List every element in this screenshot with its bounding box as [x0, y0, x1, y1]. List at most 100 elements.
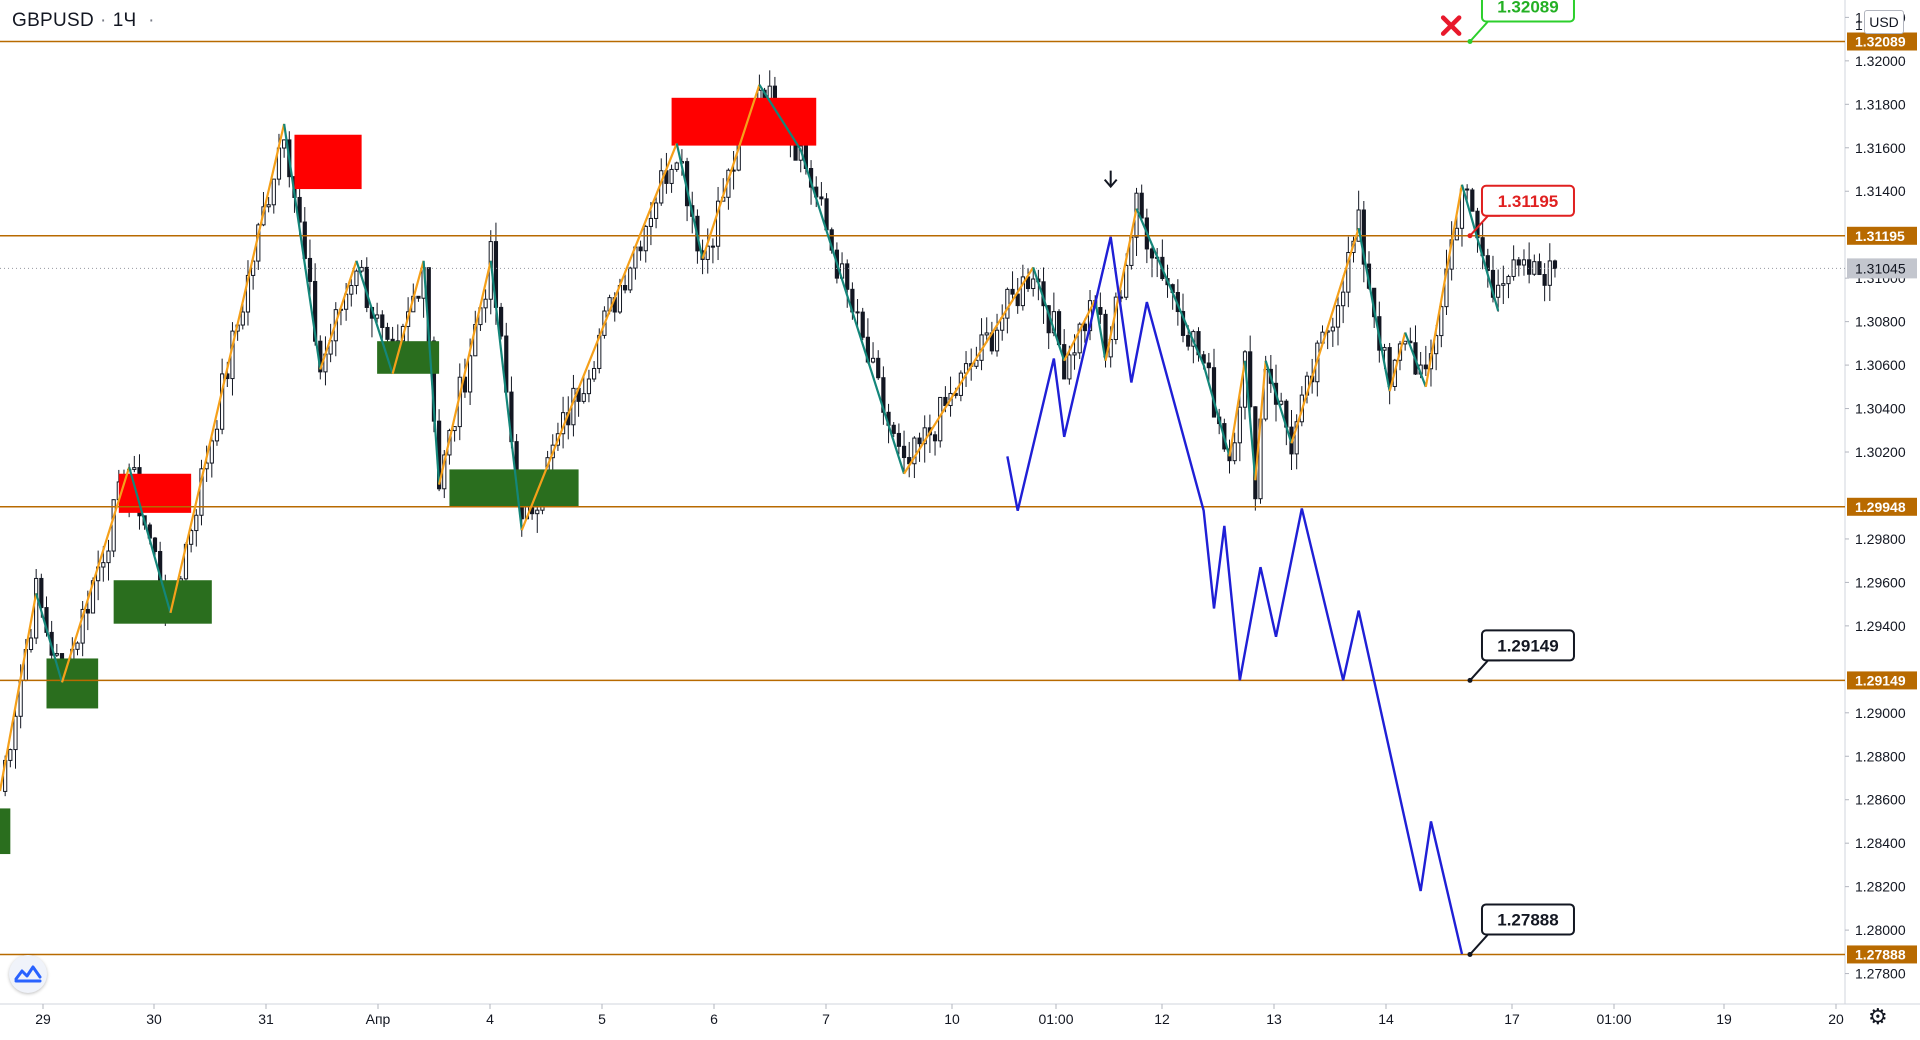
callout-anchor	[1467, 951, 1473, 957]
candle-body	[1082, 323, 1087, 332]
level-price-label-text: 1.29149	[1855, 672, 1906, 688]
tradingview-logo-glyph	[14, 965, 42, 983]
candle-body	[896, 432, 901, 447]
candle-body	[891, 424, 896, 434]
candle-body	[1098, 307, 1103, 315]
candle-body	[860, 311, 865, 338]
candle-body	[1532, 261, 1537, 275]
candle-body	[1501, 283, 1506, 286]
candle-body	[39, 577, 44, 609]
gear-icon[interactable]: ⚙	[1868, 1004, 1888, 1030]
time-tick-label: 5	[598, 1011, 606, 1027]
candle-body	[1186, 334, 1191, 347]
candle-body	[586, 378, 592, 395]
candle-body	[1010, 288, 1015, 295]
candle-body	[1237, 406, 1242, 444]
candle-body	[994, 329, 1000, 352]
candle-body	[581, 393, 586, 402]
candle	[860, 307, 865, 341]
candle-body	[1149, 248, 1155, 259]
candle-body	[214, 428, 220, 442]
candle-body	[870, 357, 876, 363]
candle-body	[75, 642, 80, 650]
time-tick-label: 30	[146, 1011, 162, 1027]
supply-zone	[294, 134, 362, 190]
candle-body	[132, 467, 137, 470]
tradingview-logo-icon[interactable]	[9, 955, 47, 993]
candle-body	[628, 267, 633, 291]
interval-label[interactable]: 1Ч	[113, 10, 137, 31]
time-tick-label: 14	[1378, 1011, 1394, 1027]
candle-body	[1211, 367, 1217, 418]
current-price-label-text: 1.31045	[1855, 260, 1906, 276]
price-tick-label: 1.29800	[1855, 531, 1906, 547]
candle-body	[282, 139, 287, 149]
candle-body	[34, 577, 39, 639]
candle	[111, 499, 116, 558]
symbol-name: GBPUSD	[12, 10, 95, 31]
time-tick-label: 7	[822, 1011, 830, 1027]
candle-body	[1206, 362, 1211, 369]
candle-body	[1521, 259, 1527, 266]
candle-body	[710, 245, 716, 248]
demand-zone	[0, 808, 11, 855]
level-price-label-text: 1.27888	[1855, 946, 1906, 962]
candle-body	[1067, 354, 1072, 380]
candle-body	[648, 217, 654, 227]
time-tick-label: 4	[486, 1011, 494, 1027]
level-price-label-text: 1.31195	[1855, 228, 1905, 244]
candle-body	[106, 550, 111, 564]
chart-area[interactable]: 1.320891.311951.291491.278881.322001.320…	[0, 0, 1920, 1040]
candle-body	[1516, 259, 1521, 266]
candle-body	[13, 715, 18, 751]
candle-body	[1341, 291, 1346, 307]
time-tick-label: 01:00	[1596, 1011, 1631, 1027]
candle-body	[876, 357, 881, 379]
candle-body	[416, 295, 421, 299]
candle-body	[535, 509, 540, 515]
candle-body	[845, 263, 850, 290]
price-tick-label: 1.28000	[1855, 922, 1906, 938]
candle-body	[1465, 188, 1470, 191]
price-tick-label: 1.31600	[1855, 140, 1906, 156]
candle-body	[483, 298, 488, 309]
candle-body	[1335, 305, 1341, 328]
candle	[199, 459, 204, 526]
candle-body	[240, 311, 245, 326]
candle-body	[901, 445, 907, 459]
candle-body	[1232, 442, 1237, 462]
time-tick-label: 13	[1266, 1011, 1282, 1027]
time-axis: 29 30 31 Апр 4 5 6 7 10 01:00 12 13 14 17 01:00 19 20	[35, 1004, 1844, 1027]
time-tick-label: 6	[710, 1011, 718, 1027]
price-chart[interactable]: 1.320891.311951.291491.278881.322001.320…	[0, 0, 1920, 1040]
candle	[938, 396, 943, 448]
candle-body	[1506, 275, 1511, 285]
candle-body	[643, 225, 648, 252]
level-price-label: 1.29149	[1847, 671, 1917, 690]
level-price-label: 1.27888	[1847, 945, 1917, 964]
candle	[34, 569, 39, 645]
demand-zone	[46, 658, 99, 709]
candle-body	[271, 178, 276, 206]
candle-body	[932, 434, 938, 442]
currency-badge[interactable]: USD	[1864, 10, 1904, 34]
title-separator: ·	[100, 10, 107, 31]
price-tick-label: 1.30200	[1855, 444, 1906, 460]
candle-body	[1062, 344, 1067, 380]
level-price-label: 1.29948	[1847, 497, 1917, 516]
price-tick-label: 1.29000	[1855, 705, 1906, 721]
candle-body	[385, 326, 390, 340]
demand-zone	[449, 469, 579, 507]
callout-anchor	[1467, 233, 1473, 239]
level-price-label: 1.31195	[1847, 226, 1917, 245]
current-price-label: 1.31045	[1847, 258, 1917, 279]
candle-body	[653, 202, 659, 219]
candle-body	[917, 437, 922, 445]
candle-body	[375, 314, 380, 319]
callout-anchor	[1467, 677, 1473, 683]
candle-body	[1547, 260, 1552, 286]
candle-body	[674, 162, 679, 170]
symbol-title[interactable]: GBPUSD · 1Ч ·	[12, 10, 161, 32]
title-trailing-dots: ·	[148, 10, 155, 31]
candle-body	[1330, 326, 1335, 332]
